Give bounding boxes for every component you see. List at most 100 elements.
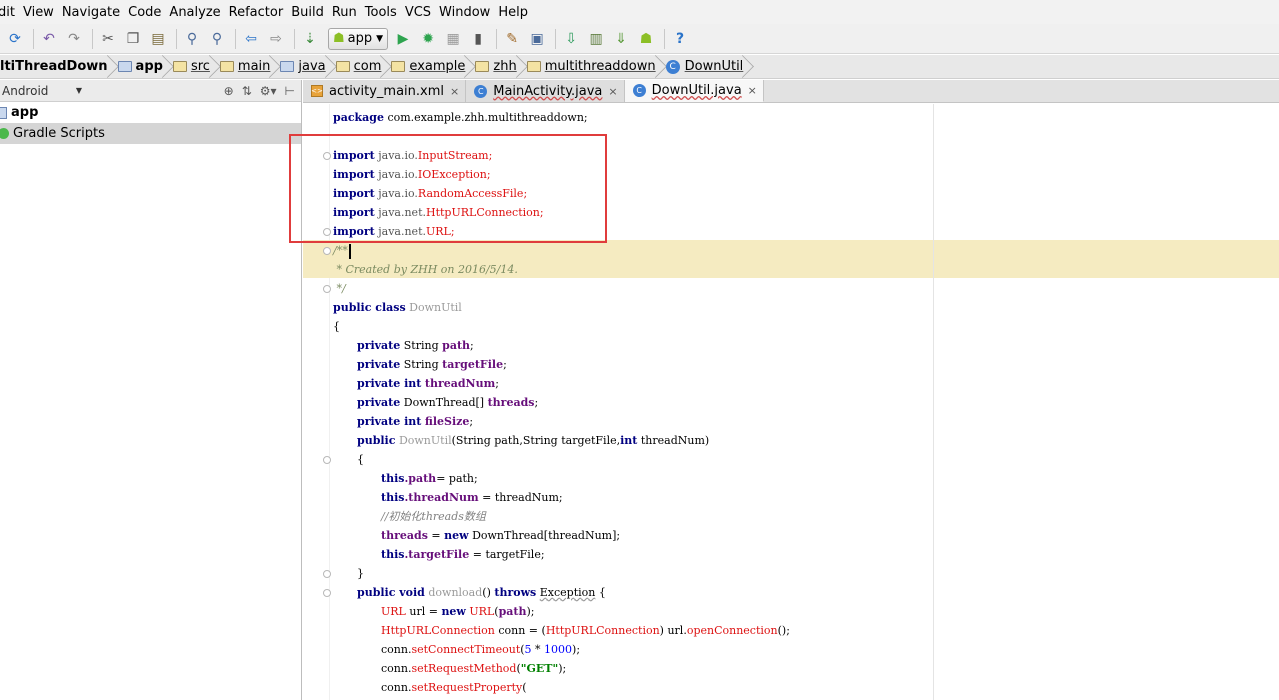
breadcrumb-label: main — [237, 59, 271, 74]
tree-item-label: Gradle Scripts — [13, 126, 105, 141]
scroll-from-source-icon[interactable]: ⊕ — [224, 84, 234, 98]
forward-icon[interactable]: ⇨ — [265, 28, 287, 50]
module-icon — [117, 61, 132, 72]
xml-file-icon: <> — [311, 85, 323, 97]
breadcrumb-label: src — [190, 59, 210, 74]
menu-tools[interactable]: Tools — [365, 5, 405, 20]
breadcrumb-downutil[interactable]: C DownUtil — [660, 55, 748, 78]
avd-manager-icon[interactable]: ▥ — [585, 28, 607, 50]
paste-icon[interactable]: ▤ — [147, 28, 169, 50]
project-structure-icon[interactable]: ▣ — [526, 28, 548, 50]
breadcrumb-project[interactable]: ltiThreadDown — [0, 55, 112, 78]
make-project-icon[interactable]: ⇣ — [299, 28, 321, 50]
fold-icon[interactable] — [323, 228, 331, 236]
breadcrumb-main[interactable]: main — [214, 55, 274, 78]
redo-icon[interactable]: ↷ — [63, 28, 85, 50]
toolbar-separator — [496, 28, 498, 49]
back-icon[interactable]: ⇦ — [240, 28, 262, 50]
breadcrumb-label: DownUtil — [684, 59, 744, 74]
help-icon[interactable]: ? — [669, 28, 691, 50]
menu-analyze[interactable]: Analyze — [169, 5, 228, 20]
folder-icon — [526, 61, 541, 72]
menu-vcs[interactable]: VCS — [405, 5, 439, 20]
close-icon[interactable]: × — [748, 84, 757, 97]
code-line-doc-open: /** — [333, 241, 351, 260]
run-icon[interactable]: ▶ — [392, 28, 414, 50]
menu-help[interactable]: Help — [498, 5, 536, 20]
breadcrumb-example[interactable]: example — [385, 55, 469, 78]
menu-refactor[interactable]: Refactor — [229, 5, 292, 20]
tab-activity-main-xml[interactable]: <> activity_main.xml × — [303, 80, 467, 102]
menu-navigate[interactable]: Navigate — [62, 5, 128, 20]
fold-icon[interactable] — [323, 152, 331, 160]
folder-icon — [219, 61, 234, 72]
breadcrumb-label: zhh — [493, 59, 517, 74]
coverage-icon[interactable]: ▦ — [442, 28, 464, 50]
tab-main-activity-java[interactable]: C MainActivity.java × — [466, 80, 625, 102]
fold-icon[interactable] — [323, 285, 331, 293]
hide-panel-icon[interactable]: ⊢ — [285, 84, 295, 98]
project-view-select[interactable]: Android ▼ — [2, 84, 82, 98]
code-line-field: private String path; — [357, 339, 474, 352]
sdk-manager-icon[interactable]: ⇓ — [610, 28, 632, 50]
folder-icon — [280, 61, 295, 72]
right-margin-guide — [933, 104, 934, 700]
code-line-brace: } — [357, 567, 364, 580]
breadcrumb-com[interactable]: com — [330, 55, 386, 78]
collapse-all-icon[interactable]: ⇅ — [242, 84, 252, 98]
android-device-monitor-icon[interactable]: ☗ — [635, 28, 657, 50]
breadcrumb-label: app — [135, 59, 163, 74]
copy-icon[interactable]: ❐ — [122, 28, 144, 50]
folder-icon — [335, 61, 350, 72]
tree-item-gradle-scripts[interactable]: Gradle Scripts — [0, 123, 301, 144]
breadcrumb-src[interactable]: src — [167, 55, 214, 78]
breadcrumb-multithreaddown[interactable]: multithreaddown — [521, 55, 660, 78]
code-line-field: private int fileSize; — [357, 415, 474, 428]
sync-icon[interactable]: ⟳ — [4, 28, 26, 50]
toolbar-separator — [664, 28, 666, 49]
breadcrumb-label: java — [298, 59, 326, 74]
breadcrumb-app[interactable]: app — [112, 55, 167, 78]
project-panel-header: Android ▼ ⊕ ⇅ ⚙▾ ⊢ — [0, 80, 301, 102]
fold-icon[interactable] — [323, 570, 331, 578]
breadcrumb-zhh[interactable]: zhh — [469, 55, 520, 78]
code-line-field: private String targetFile; — [357, 358, 507, 371]
find-icon[interactable]: ⚲ — [181, 28, 203, 50]
tab-downutil-java[interactable]: C DownUtil.java × — [624, 80, 764, 102]
code-line-stmt: conn.setConnectTimeout(5 * 1000); — [381, 643, 581, 656]
code-line-field: private int threadNum; — [357, 377, 499, 390]
replace-icon[interactable]: ⚲ — [206, 28, 228, 50]
gear-icon[interactable]: ⚙▾ — [260, 84, 277, 98]
code-line-stmt: this.targetFile = targetFile; — [381, 548, 545, 561]
menu-build[interactable]: Build — [291, 5, 332, 20]
settings-wrench-icon[interactable]: ✎ — [501, 28, 523, 50]
fold-icon[interactable] — [323, 456, 331, 464]
code-editor[interactable]: package com.example.zhh.multithreaddown;… — [303, 104, 1279, 700]
code-line-package: package com.example.zhh.multithreaddown; — [333, 111, 588, 124]
fold-icon[interactable] — [323, 247, 331, 255]
run-config-select[interactable]: ☗ app ▼ — [328, 27, 389, 50]
close-icon[interactable]: × — [608, 85, 617, 98]
menu-code[interactable]: Code — [128, 5, 169, 20]
debug-icon[interactable]: ✹ — [417, 28, 439, 50]
tab-label: MainActivity.java — [493, 83, 603, 99]
menu-edit[interactable]: dit — [0, 5, 23, 20]
breadcrumb-java[interactable]: java — [274, 55, 329, 78]
project-view-label: Android — [2, 83, 49, 98]
toolbar-separator — [33, 28, 34, 49]
attach-debugger-icon[interactable]: ▮ — [467, 28, 489, 50]
folder-icon — [475, 61, 490, 72]
tree-item-app[interactable]: app — [0, 102, 301, 123]
gradle-sync-icon[interactable]: ⇩ — [560, 28, 582, 50]
code-line-stmt: conn.setRequestMethod("GET"); — [381, 662, 567, 675]
project-panel: Android ▼ ⊕ ⇅ ⚙▾ ⊢ app Gradle Scripts — [0, 80, 302, 700]
menu-run[interactable]: Run — [332, 5, 365, 20]
code-line-comment: //初始化threads数组 — [381, 510, 486, 523]
menu-window[interactable]: Window — [439, 5, 498, 20]
code-line-ctor: public DownUtil(String path,String targe… — [357, 434, 710, 447]
cut-icon[interactable]: ✂ — [97, 28, 119, 50]
undo-icon[interactable]: ↶ — [38, 28, 60, 50]
close-icon[interactable]: × — [450, 85, 459, 98]
fold-icon[interactable] — [323, 589, 331, 597]
menu-view[interactable]: View — [23, 5, 62, 20]
